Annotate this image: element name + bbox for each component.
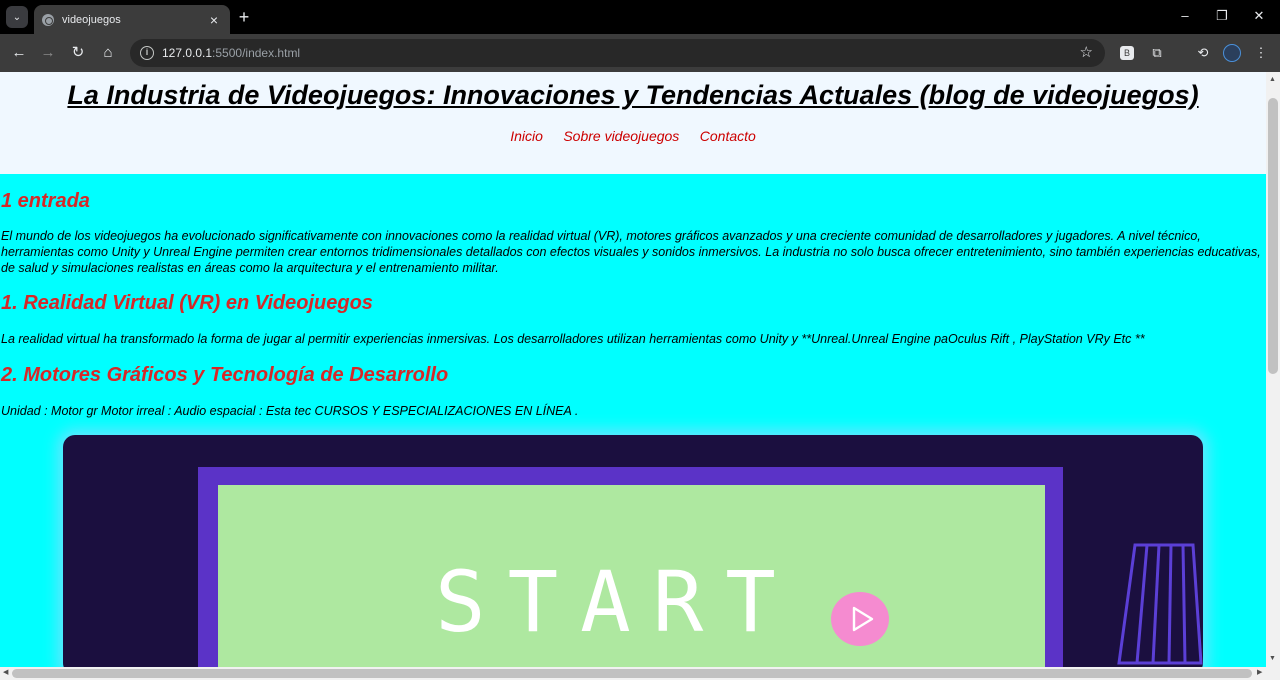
section-text-motores-graficos: Unidad : Motor gr Motor irreal : Audio e… <box>1 404 579 418</box>
browser-tab[interactable]: videojuegos × <box>34 5 230 34</box>
section-text-entrada: El mundo de los videojuegos ha evolucion… <box>1 229 1261 275</box>
main-nav: Inicio Sobre videojuegos Contacto <box>0 128 1266 146</box>
scroll-left-icon[interactable]: ◀ <box>3 668 8 676</box>
page-viewport: La Industria de Videojuegos: Innovacione… <box>0 72 1266 667</box>
tab-title: videojuegos <box>62 13 121 26</box>
extension-icon[interactable]: B <box>1120 46 1134 60</box>
chevron-down-icon: ⌄ <box>12 11 22 23</box>
section-heading-entrada: 1 entrada <box>1 190 90 212</box>
site-info-icon[interactable]: i <box>140 46 154 60</box>
menu-dots-icon[interactable]: ⋮ <box>1252 44 1270 62</box>
browser-tab-bar: ⌄ videojuegos × + – ❐ ✕ <box>0 0 1280 34</box>
minimize-icon[interactable]: – <box>1170 4 1200 28</box>
horizontal-scrollbar[interactable]: ◀ ▶ <box>0 667 1280 680</box>
forward-icon[interactable]: → <box>37 42 59 64</box>
hero-image: START <box>63 435 1203 667</box>
profile-avatar-icon[interactable] <box>1223 44 1241 62</box>
nav-link-sobre-videojuegos[interactable]: Sobre videojuegos <box>563 128 679 144</box>
tab-search-button[interactable]: ⌄ <box>6 6 28 28</box>
play-triangle-icon <box>852 606 874 632</box>
back-icon[interactable]: ← <box>8 42 30 64</box>
url-host: 127.0.0.1 <box>162 46 213 60</box>
vertical-scroll-thumb[interactable] <box>1268 98 1278 374</box>
performance-icon[interactable]: ⟲ <box>1194 44 1212 62</box>
url-path: :5500/index.html <box>212 46 301 60</box>
section-text-realidad-virtual: La realidad virtual ha transformado la f… <box>1 332 1145 346</box>
vertical-scrollbar[interactable]: ▲ ▼ <box>1266 72 1280 667</box>
scroll-up-icon[interactable]: ▲ <box>1269 76 1276 83</box>
close-tab-icon[interactable]: × <box>204 12 224 28</box>
page-title: La Industria de Videojuegos: Innovacione… <box>67 80 1199 110</box>
new-tab-button[interactable]: + <box>234 6 254 28</box>
restore-icon[interactable]: ❐ <box>1207 4 1237 28</box>
extensions-puzzle-icon[interactable]: ⧉ <box>1148 44 1166 62</box>
scroll-right-icon[interactable]: ▶ <box>1257 668 1262 676</box>
horizontal-scroll-thumb[interactable] <box>12 669 1252 678</box>
globe-icon <box>42 13 54 26</box>
nav-link-contacto[interactable]: Contacto <box>700 128 756 144</box>
scroll-down-icon[interactable]: ▼ <box>1269 655 1276 662</box>
browser-toolbar: ← → ↻ ⌂ i 127.0.0.1:5500/index.html ☆ B … <box>0 34 1280 72</box>
section-heading-motores-graficos: 2. Motores Gráficos y Tecnología de Desa… <box>1 364 449 386</box>
url-text[interactable]: 127.0.0.1:5500/index.html <box>162 46 300 60</box>
nav-link-inicio[interactable]: Inicio <box>510 128 543 144</box>
close-window-icon[interactable]: ✕ <box>1244 4 1274 28</box>
bookmark-star-icon[interactable]: ☆ <box>1080 43 1093 61</box>
play-icon <box>831 592 889 646</box>
start-text: START <box>435 553 798 651</box>
home-icon[interactable]: ⌂ <box>97 42 119 64</box>
address-bar[interactable]: i 127.0.0.1:5500/index.html ☆ <box>130 39 1105 67</box>
section-heading-realidad-virtual: 1. Realidad Virtual (VR) en Videojuegos <box>1 292 373 314</box>
site-header: La Industria de Videojuegos: Innovacione… <box>0 72 1266 174</box>
lamp-icon <box>1117 543 1203 665</box>
reload-icon[interactable]: ↻ <box>67 42 89 64</box>
